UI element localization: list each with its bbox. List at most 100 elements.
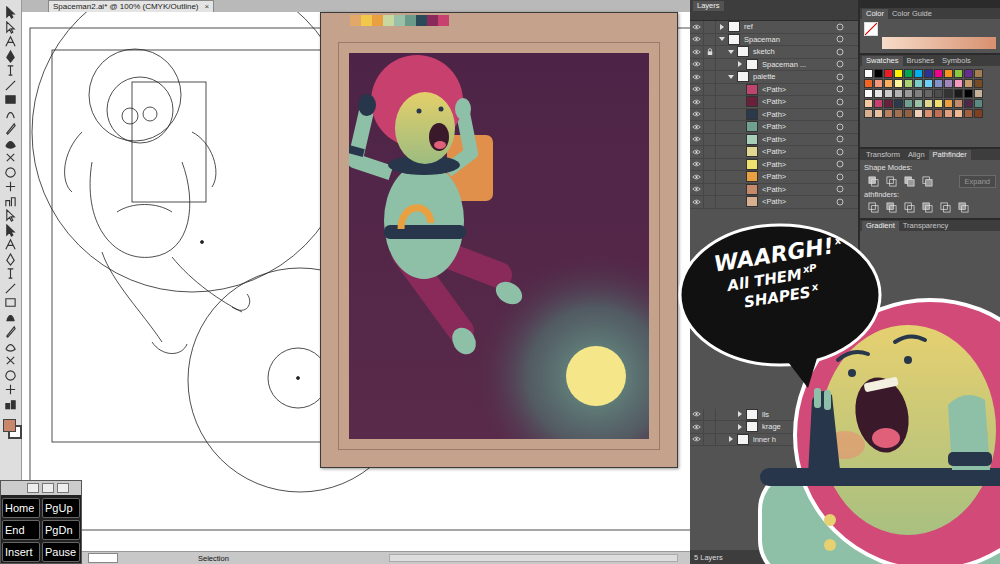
swatch[interactable] [924,109,933,118]
swatch[interactable] [904,79,913,88]
swatch[interactable] [924,69,933,78]
swatch[interactable] [894,89,903,98]
tool-icon[interactable] [4,311,17,324]
target-circle-icon[interactable] [836,160,844,168]
swatch[interactable] [964,109,973,118]
keyboard-control-icon[interactable] [27,483,39,493]
tool-icon[interactable] [4,64,17,77]
shape-mode-icon[interactable] [868,176,879,187]
target-circle-icon[interactable] [836,148,844,156]
lock-toggle[interactable] [704,96,716,108]
tool-icon[interactable] [4,238,17,251]
close-button[interactable]: × [205,1,210,12]
lock-toggle[interactable] [704,46,716,58]
tool-icon[interactable] [4,180,17,193]
shape-mode-icon[interactable] [904,176,915,187]
tool-icon[interactable] [4,93,17,106]
lock-toggle[interactable] [704,184,716,196]
swatch[interactable] [964,89,973,98]
swatch[interactable] [874,109,883,118]
visibility-toggle[interactable] [690,434,704,446]
lock-toggle[interactable] [704,409,716,421]
swatch[interactable] [864,89,873,98]
swatch[interactable] [894,69,903,78]
swatch[interactable] [934,89,943,98]
target-circle-icon[interactable] [836,110,844,118]
fill-stroke-icon[interactable] [864,22,878,36]
disclosure-triangle-icon[interactable] [737,411,743,417]
swatch[interactable] [924,89,933,98]
layer-row[interactable]: <Path> [690,109,858,122]
swatch[interactable] [974,89,983,98]
swatch[interactable] [934,79,943,88]
tool-icon[interactable] [4,398,17,411]
shape-mode-icon[interactable] [922,176,933,187]
layer-row[interactable]: ref [690,21,858,34]
tool-icon[interactable] [4,369,17,382]
keyboard-control-icon[interactable] [42,483,54,493]
swatch[interactable] [914,79,923,88]
swatch[interactable] [864,79,873,88]
lock-toggle[interactable] [704,421,716,433]
panel-tab[interactable]: Transform [862,150,904,160]
disclosure-triangle-icon[interactable] [737,424,743,430]
swatch[interactable] [944,89,953,98]
tool-icon[interactable] [4,354,17,367]
layer-row[interactable]: <Path> [690,159,858,172]
panel-tab[interactable]: Swatches [862,56,903,66]
pathfinder-icon[interactable] [922,202,933,213]
swatch[interactable] [884,99,893,108]
swatch[interactable] [944,79,953,88]
layer-row[interactable]: <Path> [690,171,858,184]
swatch[interactable] [934,109,943,118]
target-circle-icon[interactable] [836,173,844,181]
swatch[interactable] [964,99,973,108]
swatch[interactable] [934,69,943,78]
key[interactable]: Insert [2,542,40,562]
pathfinder-icon[interactable] [940,202,951,213]
tool-icon[interactable] [4,137,17,150]
tool-icon[interactable] [4,224,17,237]
swatch[interactable] [964,79,973,88]
lock-toggle[interactable] [704,196,716,208]
layer-row[interactable]: <Path> [690,84,858,97]
color-ramp[interactable] [882,37,996,49]
tool-icon[interactable] [4,340,17,353]
visibility-toggle[interactable] [690,171,704,183]
tool-icon[interactable] [4,35,17,48]
visibility-toggle[interactable] [690,134,704,146]
swatch[interactable] [874,89,883,98]
layer-row[interactable]: Spaceman ... [690,59,858,72]
lock-toggle[interactable] [704,159,716,171]
visibility-toggle[interactable] [690,34,704,46]
swatch[interactable] [944,109,953,118]
swatch[interactable] [944,69,953,78]
swatch[interactable] [894,79,903,88]
swatch[interactable] [904,99,913,108]
tool-icon[interactable] [4,296,17,309]
fill-stroke-icon[interactable] [2,418,20,438]
swatch[interactable] [954,79,963,88]
pathfinder-icon[interactable] [958,202,969,213]
panel-tab[interactable]: Color [862,9,888,19]
keyboard-titlebar[interactable] [1,481,81,495]
tool-icon[interactable] [4,50,17,63]
visibility-toggle[interactable] [690,96,704,108]
swatch[interactable] [954,69,963,78]
lock-toggle[interactable] [704,71,716,83]
swatch[interactable] [964,69,973,78]
swatch[interactable] [874,99,883,108]
tool-icon[interactable] [4,325,17,338]
target-circle-icon[interactable] [836,73,844,81]
visibility-toggle[interactable] [690,71,704,83]
layer-row[interactable]: <Path> [690,96,858,109]
layer-row[interactable]: palette [690,71,858,84]
swatch[interactable] [924,99,933,108]
target-circle-icon[interactable] [836,48,844,56]
horizontal-scrollbar[interactable] [389,554,678,562]
disclosure-triangle-icon[interactable] [728,74,734,80]
visibility-toggle[interactable] [690,21,704,33]
swatch[interactable] [974,109,983,118]
pathfinder-icon[interactable] [904,202,915,213]
target-circle-icon[interactable] [836,185,844,193]
